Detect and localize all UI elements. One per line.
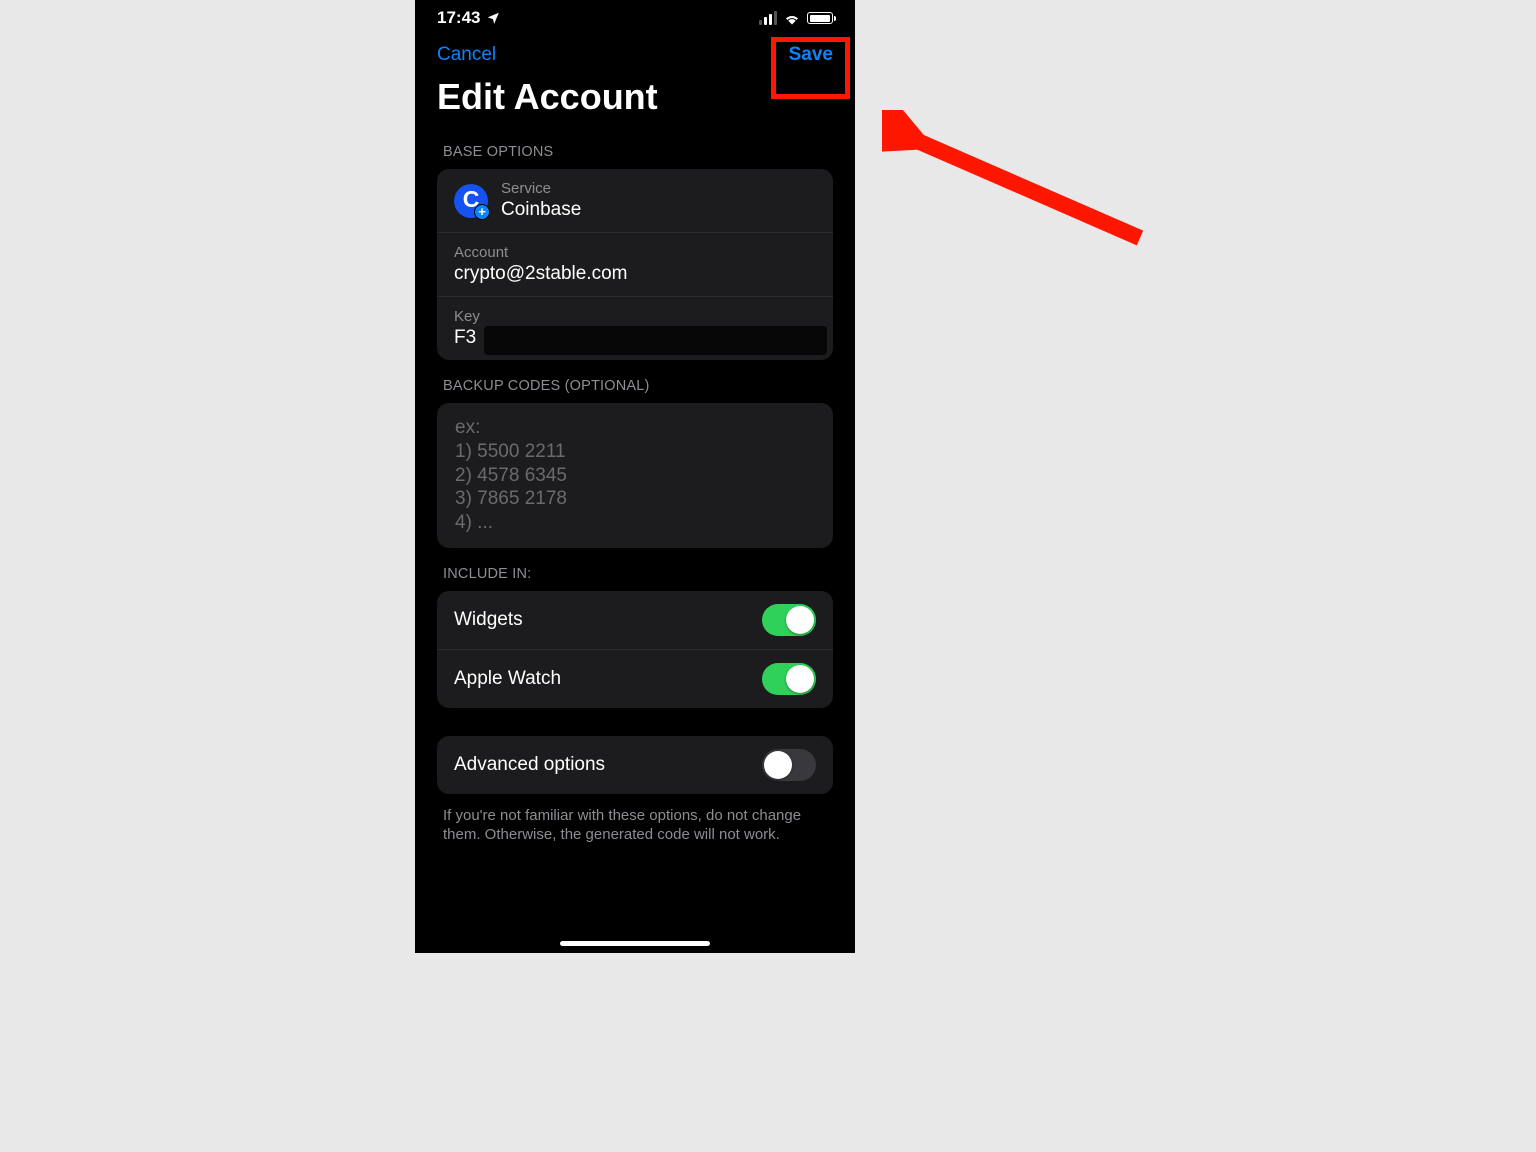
- section-header-backup: BACKUP CODES (OPTIONAL): [415, 360, 855, 403]
- advanced-label: Advanced options: [454, 754, 605, 776]
- applewatch-label: Apple Watch: [454, 668, 561, 690]
- advanced-row: Advanced options: [437, 736, 833, 794]
- key-redaction: [484, 326, 827, 355]
- service-row[interactable]: C + Service Coinbase: [437, 169, 833, 232]
- service-value: Coinbase: [501, 199, 581, 221]
- applewatch-toggle[interactable]: [762, 663, 816, 695]
- section-header-base: BASE OPTIONS: [415, 126, 855, 169]
- account-label: Account: [454, 244, 816, 261]
- wifi-icon: [783, 12, 801, 25]
- key-row[interactable]: Key F3: [437, 296, 833, 360]
- section-header-include: INCLUDE IN:: [415, 548, 855, 591]
- add-badge-icon: +: [474, 204, 490, 220]
- phone-screen: 17:43 Cancel Save Edit Account BASE OPTI…: [415, 0, 855, 953]
- advanced-footer: If you're not familiar with these option…: [415, 794, 855, 845]
- annotation-arrow-icon: [882, 110, 1152, 260]
- home-indicator[interactable]: [560, 941, 710, 946]
- battery-icon: [807, 12, 833, 24]
- applewatch-row: Apple Watch: [437, 649, 833, 708]
- status-bar: 17:43: [415, 0, 855, 36]
- status-time: 17:43: [437, 8, 480, 28]
- page-title: Edit Account: [415, 74, 855, 126]
- service-label: Service: [501, 180, 581, 197]
- widgets-row: Widgets: [437, 591, 833, 649]
- save-button[interactable]: Save: [789, 44, 833, 66]
- cancel-button[interactable]: Cancel: [437, 44, 496, 66]
- account-row[interactable]: Account crypto@2stable.com: [437, 232, 833, 296]
- widgets-label: Widgets: [454, 609, 523, 631]
- account-value: crypto@2stable.com: [454, 263, 816, 285]
- advanced-card: Advanced options: [437, 736, 833, 794]
- base-options-card: C + Service Coinbase Account crypto@2sta…: [437, 169, 833, 360]
- nav-bar: Cancel Save: [415, 36, 855, 74]
- backup-codes-input[interactable]: ex: 1) 5500 2211 2) 4578 6345 3) 7865 21…: [437, 403, 833, 548]
- key-label: Key: [454, 308, 816, 325]
- include-card: Widgets Apple Watch: [437, 591, 833, 708]
- cellular-icon: [759, 11, 778, 25]
- location-icon: [486, 11, 500, 25]
- widgets-toggle[interactable]: [762, 604, 816, 636]
- advanced-toggle[interactable]: [762, 749, 816, 781]
